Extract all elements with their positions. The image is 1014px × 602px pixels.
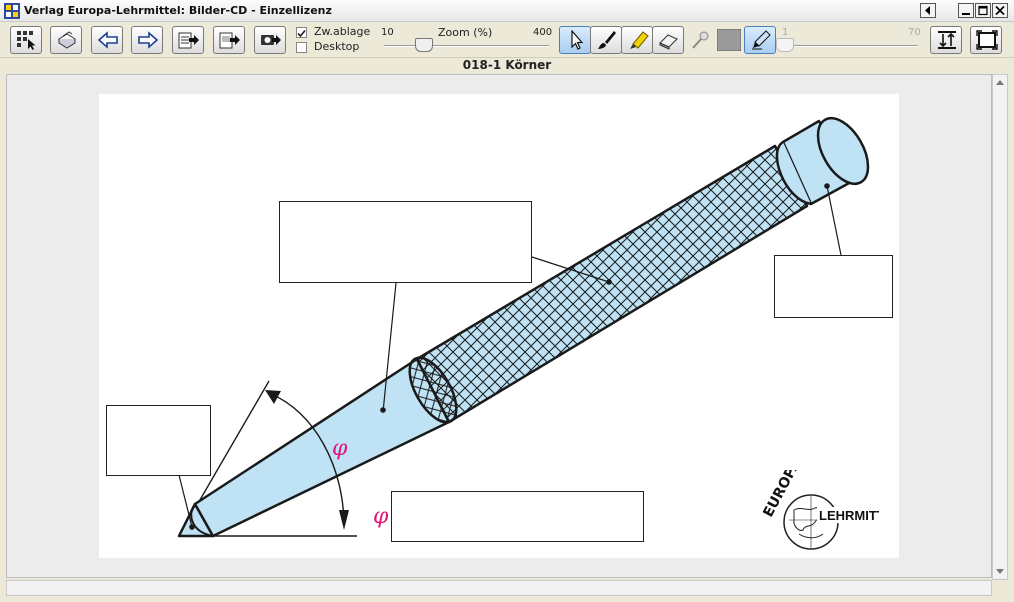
next-button[interactable] <box>131 26 163 54</box>
export-image-button[interactable] <box>254 26 286 54</box>
export-document-button[interactable] <box>172 26 204 54</box>
maximize-icon <box>978 5 988 16</box>
clipboard-label: Zw.ablage <box>314 25 371 38</box>
minimize-button[interactable] <box>958 3 974 18</box>
caret-left-icon <box>925 6 930 15</box>
export-camera-icon <box>261 35 281 45</box>
pointer-tool-button[interactable] <box>559 26 591 54</box>
scroll-left-button[interactable] <box>920 3 936 18</box>
pin-tool-button[interactable] <box>684 26 716 54</box>
title-bar: Verlag Europa-Lehrmittel: Bilder-CD - Ei… <box>0 0 1014 22</box>
zoom-slider-track[interactable] <box>384 45 549 47</box>
color-picker-button[interactable] <box>714 26 746 54</box>
window-title: Verlag Europa-Lehrmittel: Bilder-CD - Ei… <box>24 4 332 17</box>
pen-tool-icon <box>752 30 771 50</box>
fullscreen-icon <box>976 30 998 50</box>
line-width-slider-track[interactable] <box>783 45 918 47</box>
eraser-tool-button[interactable] <box>652 26 684 54</box>
vertical-scrollbar[interactable] <box>992 74 1008 580</box>
eraser-icon <box>659 34 678 50</box>
close-icon <box>995 5 1005 16</box>
europa-lehrmittel-logo: LEHRMITTEL EUROPA <box>760 470 879 550</box>
scroll-up-button[interactable] <box>993 75 1007 89</box>
arrow-down-icon <box>996 569 1004 574</box>
export-page-icon <box>219 32 240 49</box>
desktop-label: Desktop <box>314 40 360 53</box>
thumbnails-icon <box>17 31 36 50</box>
brush-tool-button[interactable] <box>590 26 622 54</box>
arrow-left-icon <box>97 31 118 49</box>
print-icon <box>58 31 76 49</box>
brush-icon <box>598 31 616 49</box>
highlighter-tool-button[interactable] <box>621 26 653 54</box>
thumbnails-button[interactable] <box>10 26 42 54</box>
zoom-max-label: 400 <box>533 27 553 38</box>
drawing-canvas[interactable]: φ φ LEHRMITTEL EUROPA <box>99 94 899 558</box>
toolbar: Zw.ablage Desktop 10 Zoom (%) 400 1 70 <box>0 22 1014 58</box>
fit-height-icon <box>938 31 956 49</box>
label-box-point[interactable] <box>106 405 211 476</box>
line-width-min-label: 1 <box>782 27 789 38</box>
close-button[interactable] <box>992 3 1008 18</box>
previous-button[interactable] <box>91 26 123 54</box>
zoom-label: Zoom (%) <box>438 26 493 39</box>
fit-height-button[interactable] <box>930 26 962 54</box>
clipboard-checkbox[interactable] <box>296 27 307 38</box>
scroll-down-button[interactable] <box>993 565 1007 579</box>
label-box-head[interactable] <box>774 255 893 318</box>
desktop-checkbox[interactable] <box>296 42 307 53</box>
label-box-conical-tip[interactable] <box>279 201 532 283</box>
document-title: 018-1 Körner <box>462 58 552 72</box>
arrow-up-icon <box>996 80 1004 85</box>
pen-tool-button[interactable] <box>744 26 776 54</box>
app-icon <box>4 3 20 19</box>
color-swatch-icon <box>717 29 741 51</box>
print-button[interactable] <box>50 26 82 54</box>
arrow-right-icon <box>138 31 159 49</box>
line-width-max-label: 70 <box>908 27 921 38</box>
zoom-min-label: 10 <box>381 27 394 38</box>
line-width-slider-thumb[interactable] <box>776 38 794 52</box>
export-doc-icon <box>178 32 199 49</box>
label-box-angle[interactable] <box>391 491 644 542</box>
fullscreen-button[interactable] <box>970 26 1002 54</box>
maximize-button[interactable] <box>975 3 991 18</box>
pin-icon <box>692 31 709 49</box>
export-page-button[interactable] <box>213 26 245 54</box>
angle-symbol-arc: φ <box>332 436 348 461</box>
zoom-slider-thumb[interactable] <box>415 38 433 52</box>
checkmark-icon <box>297 29 306 38</box>
horizontal-scrollbar[interactable] <box>6 580 992 596</box>
angle-symbol-label: φ <box>373 504 389 529</box>
logo-line2-text: LEHRMITTEL <box>819 508 879 523</box>
highlighter-icon <box>630 31 649 49</box>
pointer-icon <box>571 30 584 50</box>
minimize-icon <box>962 13 970 15</box>
